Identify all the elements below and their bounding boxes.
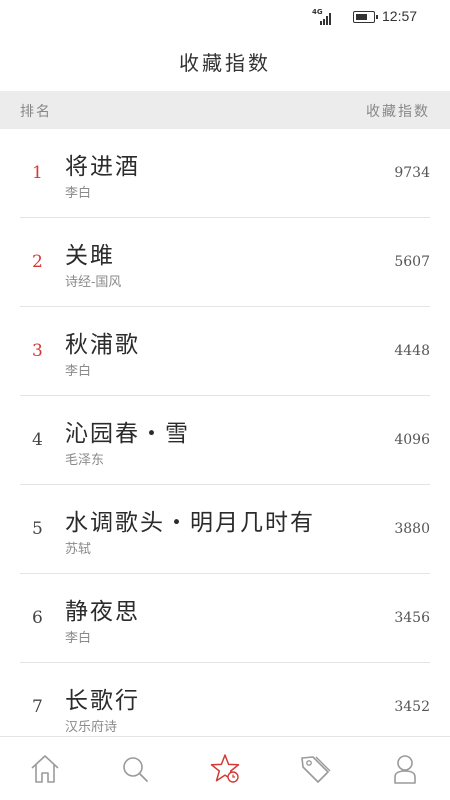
rank-number: 3 — [32, 341, 43, 361]
list-item[interactable]: 6 静夜思 李白 3456 — [20, 574, 430, 663]
ranking-list[interactable]: 1 将进酒 李白 9734 2 关雎 诗经-国风 5607 3 秋浦歌 李白 4… — [0, 129, 450, 736]
tab-search[interactable] — [90, 737, 180, 800]
rank-number: 2 — [32, 252, 43, 272]
favorite-count: 9734 — [394, 165, 430, 181]
favorite-count: 3456 — [394, 610, 430, 626]
signal-icon: 4G — [312, 8, 334, 25]
poem-title: 长歌行 — [65, 688, 140, 714]
search-icon — [123, 757, 148, 782]
tab-tags[interactable] — [270, 737, 360, 800]
list-item[interactable]: 2 关雎 诗经-国风 5607 — [20, 218, 430, 307]
favorite-count: 5607 — [394, 254, 430, 270]
column-header: 排名 收藏指数 — [0, 91, 450, 129]
favorites-column-header: 收藏指数 — [366, 104, 430, 120]
favorite-count: 4096 — [394, 432, 430, 448]
favorite-count: 3880 — [394, 521, 430, 537]
poem-author: 诗经-国风 — [65, 275, 122, 290]
tag-icon — [301, 756, 331, 783]
list-item[interactable]: 3 秋浦歌 李白 4448 — [20, 307, 430, 396]
poem-title: 沁园春・雪 — [65, 421, 190, 447]
poem-title: 关雎 — [65, 243, 115, 269]
poem-author: 毛泽东 — [65, 453, 105, 468]
tab-favorites[interactable] — [180, 737, 270, 800]
battery-icon — [353, 11, 378, 23]
poem-author: 李白 — [65, 186, 92, 201]
poem-title: 水调歌头・明月几时有 — [65, 510, 315, 536]
rank-number: 7 — [32, 697, 43, 717]
star-icon — [210, 754, 240, 783]
user-icon — [394, 755, 416, 784]
home-icon — [31, 755, 59, 783]
network-type-label: 4G — [312, 8, 323, 16]
status-time: 12:57 — [382, 8, 418, 24]
list-item[interactable]: 4 沁园春・雪 毛泽东 4096 — [20, 396, 430, 485]
tab-profile[interactable] — [360, 737, 450, 800]
rank-number: 6 — [32, 608, 43, 628]
poem-author: 李白 — [65, 631, 92, 646]
favorite-count: 4448 — [394, 343, 430, 359]
bottom-tab-bar — [0, 736, 450, 800]
poem-title: 静夜思 — [65, 599, 140, 625]
poem-author: 苏轼 — [65, 542, 92, 557]
rank-column-header: 排名 — [20, 104, 52, 120]
poem-author: 李白 — [65, 364, 92, 379]
tab-home[interactable] — [0, 737, 90, 800]
rank-number: 5 — [32, 519, 43, 539]
status-bar: 4G 12:57 — [0, 0, 450, 34]
page-title: 收藏指数 — [179, 51, 271, 75]
list-item[interactable]: 5 水调歌头・明月几时有 苏轼 3880 — [20, 485, 430, 574]
poem-title: 秋浦歌 — [65, 332, 140, 358]
poem-author: 汉乐府诗 — [65, 720, 118, 735]
rank-number: 4 — [32, 430, 43, 450]
rank-number: 1 — [32, 163, 43, 183]
poem-title: 将进酒 — [65, 154, 140, 180]
list-item[interactable]: 1 将进酒 李白 9734 — [20, 129, 430, 218]
favorite-count: 3452 — [394, 699, 430, 715]
list-item[interactable]: 7 长歌行 汉乐府诗 3452 — [20, 663, 430, 736]
